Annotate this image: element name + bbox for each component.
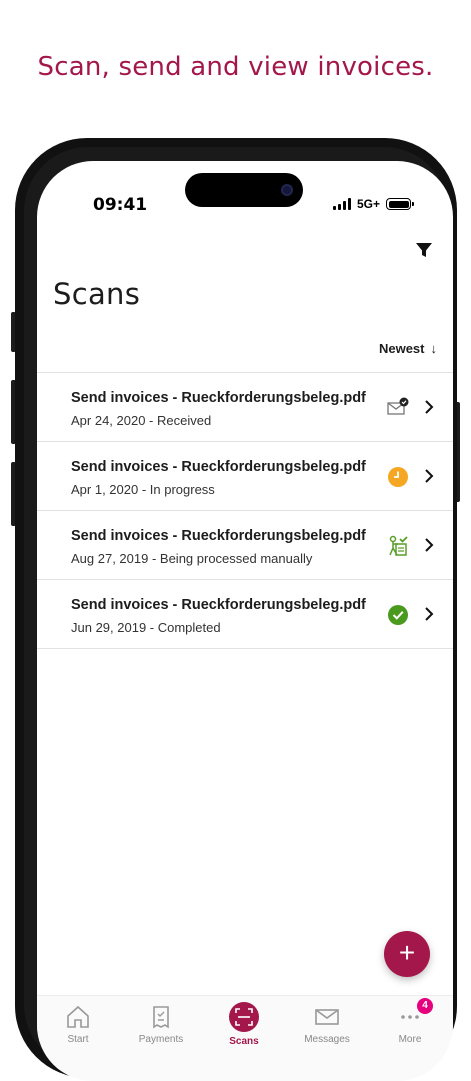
battery-icon [386,198,414,210]
chevron-right-icon [425,607,434,621]
chevron-right-icon [425,400,434,414]
sort-button[interactable]: Newest ↓ [379,341,437,356]
nav-item-start[interactable]: Start [43,1004,113,1045]
nav-label: Scans [229,1036,259,1047]
scan-title: Send invoices - Rueckforderungsbeleg.pdf [71,528,366,544]
phone-bezel: 09:41 5G+ Scans Newest ↓ Send invoices -… [24,147,453,1081]
scan-row[interactable]: Send invoices - Rueckforderungsbeleg.pdf… [37,511,453,580]
scan-title: Send invoices - Rueckforderungsbeleg.pdf [71,459,366,475]
chevron-right-icon [425,538,434,552]
envelope-check-icon [387,397,409,415]
scan-row[interactable]: Send invoices - Rueckforderungsbeleg.pdf… [37,580,453,649]
nav-item-messages[interactable]: Messages [292,1004,362,1045]
scan-title: Send invoices - Rueckforderungsbeleg.pdf [71,390,366,406]
scan-subtitle: Apr 1, 2020 - In progress [71,482,215,497]
front-camera-icon [281,184,293,196]
network-type: 5G+ [356,197,380,211]
phone-frame: 09:41 5G+ Scans Newest ↓ Send invoices -… [15,138,457,1081]
phone-screen: 09:41 5G+ Scans Newest ↓ Send invoices -… [37,161,453,1081]
status-time: 09:41 [93,195,148,215]
scan-title: Send invoices - Rueckforderungsbeleg.pdf [71,597,366,613]
scans-list: Send invoices - Rueckforderungsbeleg.pdf… [37,372,453,649]
page-title: Scans [53,277,141,311]
chevron-right-icon [425,469,434,483]
scan-icon [229,1002,259,1032]
scan-subtitle: Apr 24, 2020 - Received [71,413,212,428]
sort-label: Newest [378,341,425,356]
envelope-icon [315,1009,339,1025]
person-document-icon [389,535,408,556]
promo-headline: Scan, send and view invoices. [37,52,434,82]
bottom-navigation: Start Payments Scans Messages 4 More [37,995,453,1081]
receipt-icon [153,1006,169,1029]
status-indicators: 5G+ [332,197,414,211]
scan-subtitle: Aug 27, 2019 - Being processed manually [71,551,313,566]
scan-subtitle: Jun 29, 2019 - Completed [71,620,221,635]
scan-row[interactable]: Send invoices - Rueckforderungsbeleg.pdf… [37,442,453,511]
nav-label: Messages [304,1034,350,1045]
check-circle-icon [388,605,408,625]
home-icon [67,1005,89,1028]
filter-icon[interactable] [415,241,433,259]
nav-label: Payments [138,1034,184,1045]
nav-label: Start [67,1034,89,1045]
nav-item-payments[interactable]: Payments [126,1004,196,1045]
nav-item-scans[interactable]: Scans [209,1002,279,1047]
clock-icon [388,467,408,487]
add-scan-button[interactable]: + [384,931,430,977]
dynamic-island [185,173,303,207]
scan-row[interactable]: Send invoices - Rueckforderungsbeleg.pdf… [37,373,453,442]
notification-badge: 4 [417,998,433,1014]
arrow-down-icon: ↓ [430,341,438,356]
nav-label: More [398,1034,422,1045]
nav-item-more[interactable]: 4 More [375,998,445,1045]
signal-icon [332,198,351,210]
